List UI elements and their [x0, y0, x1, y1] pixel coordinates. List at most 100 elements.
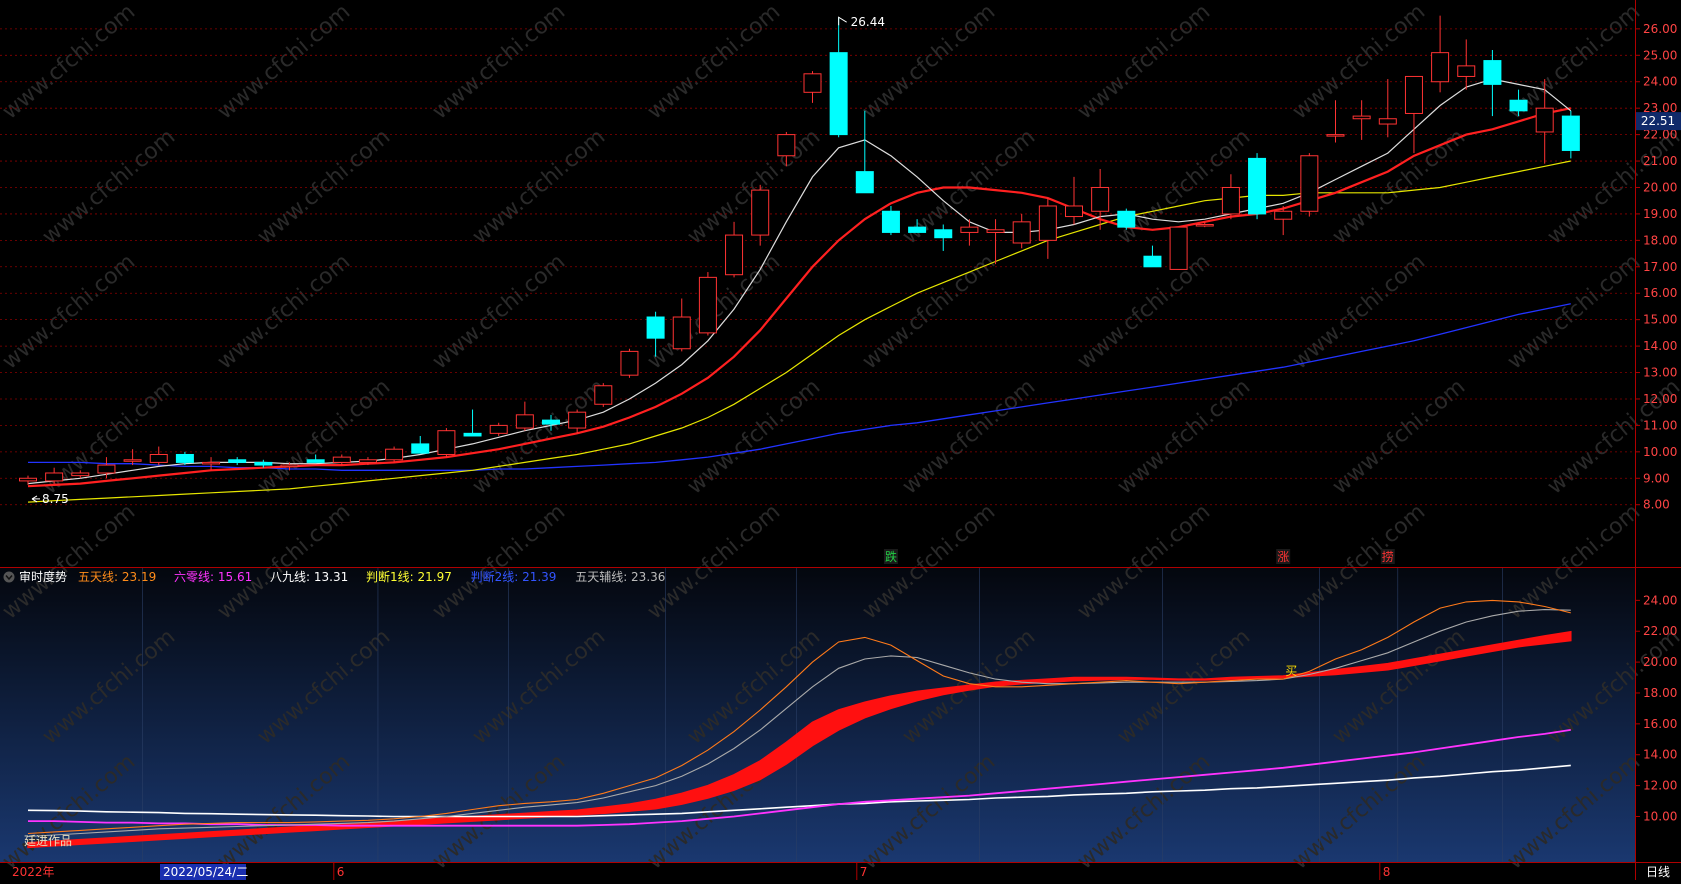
candle-body-up: [123, 459, 142, 462]
chart-canvas[interactable]: www.cfchi.com www.cfchi.com www.cfchi.com w…: [0, 0, 1681, 880]
price-tick-label: 20.00: [1643, 180, 1677, 194]
candle: [1248, 153, 1267, 220]
month-label: 7: [860, 865, 868, 879]
candle-body-up: [803, 73, 822, 93]
stock-chart-window: www.cfchi.com www.cfchi.com www.cfchi.com w…: [0, 0, 1681, 880]
candle-body-up: [202, 461, 221, 465]
legend-item: 判断1线: 21.97: [366, 569, 452, 584]
candle-body-up: [1091, 186, 1110, 212]
candle-body-up: [672, 316, 691, 350]
candle-body-up: [71, 472, 90, 477]
candle-body-down: [908, 226, 927, 233]
candle-body-down: [254, 461, 273, 466]
collapse-toggle[interactable]: [3, 571, 15, 583]
candle: [1169, 226, 1188, 270]
candle-body-up: [280, 464, 299, 468]
candle-body-up: [1274, 210, 1293, 220]
candle: [385, 446, 404, 463]
candle-body-down: [1248, 157, 1267, 215]
candle-body-up: [1535, 107, 1554, 133]
candle-body-down: [1143, 255, 1162, 268]
indicator-tick-label: 24.00: [1643, 593, 1677, 607]
period-label[interactable]: 日线: [1646, 865, 1670, 879]
indicator-tick-label: 10.00: [1643, 809, 1677, 823]
candle-body-up: [751, 189, 770, 236]
candle-body-down: [1509, 99, 1528, 112]
price-tick-label: 11.00: [1643, 418, 1677, 432]
candle-body-up: [1065, 205, 1083, 218]
price-tick-label: 9.00: [1643, 471, 1670, 485]
author-label: 廷进作品: [24, 834, 72, 848]
price-tick-label: 16.00: [1643, 286, 1677, 300]
candle: [437, 428, 456, 458]
candle-body-up: [1038, 205, 1057, 241]
price-tick-label: 24.00: [1643, 75, 1677, 89]
indicator-title[interactable]: 审时度势: [19, 569, 67, 584]
candle: [1300, 153, 1319, 217]
year-label: 2022年: [12, 865, 55, 879]
candle-body-down: [411, 443, 430, 454]
candle-body-up: [1012, 221, 1031, 244]
price-tick-label: 26.00: [1643, 22, 1677, 36]
candle-body-up: [1457, 65, 1476, 77]
buy-signal-label: 买: [1285, 664, 1297, 678]
candle-body-up: [1221, 186, 1240, 215]
candle: [698, 272, 717, 336]
candle: [594, 383, 613, 407]
candle-body-up: [45, 472, 64, 482]
indicator-tick-label: 12.00: [1643, 779, 1677, 793]
legend-item: 判断2线: 21.39: [471, 569, 557, 584]
candle-body-up: [1326, 134, 1345, 137]
indicator-tick-label: 16.00: [1643, 717, 1677, 731]
candle-body-up: [568, 411, 587, 429]
signal-label: 涨: [1277, 549, 1289, 564]
candle-body-down: [542, 419, 560, 425]
price-tick-label: 18.00: [1643, 233, 1677, 247]
candle-body-up: [358, 459, 377, 463]
candle-body-up: [1195, 223, 1214, 227]
candle-body-down: [829, 52, 848, 136]
candle-body-up: [1169, 226, 1188, 270]
legend-item: 五天辅线: 23.36: [575, 570, 665, 584]
current-price-tag: 22.51: [1636, 112, 1681, 131]
candle-body-down: [881, 210, 900, 233]
price-tick-label: 13.00: [1643, 366, 1677, 380]
legend-item: 五天线: 23.19: [78, 570, 156, 584]
price-high-label: 26.44: [851, 15, 885, 29]
candle-body-up: [149, 453, 168, 463]
month-marks: 6 7 8: [333, 863, 1391, 880]
candle-body-down: [1561, 115, 1580, 151]
candle-body-down: [228, 459, 247, 463]
candle-body-up: [385, 448, 404, 461]
candle-body-up: [1300, 155, 1319, 212]
candle-body-up: [1431, 52, 1450, 83]
candle-body-down: [855, 171, 874, 194]
price-tick-label: 25.00: [1643, 48, 1677, 62]
candle-body-up: [960, 226, 979, 233]
candle-body-up: [515, 414, 534, 429]
collapse-circle-icon: [3, 571, 15, 583]
candle-body-up: [986, 229, 1005, 233]
candle-body-down: [1117, 210, 1136, 228]
month-label: 8: [1383, 865, 1391, 879]
candle-body-up: [437, 430, 456, 455]
price-low-label: 8.75: [42, 492, 69, 506]
candle-body-up: [620, 350, 639, 376]
indicator-tick-label: 20.00: [1643, 655, 1677, 669]
candle-body-down: [306, 459, 325, 463]
candle-body-up: [1404, 75, 1423, 114]
candle-body-up: [777, 134, 796, 157]
time-axis: 2022年 2022/05/24/二 6 7 8 日线: [12, 863, 1670, 880]
price-tick-label: 21.00: [1643, 154, 1677, 168]
signal-label: 跌: [885, 549, 897, 564]
candle: [1117, 208, 1136, 230]
signal-label: 捞: [1382, 550, 1394, 564]
candle-body-up: [698, 276, 717, 334]
cursor-date-label: 2022/05/24/二: [163, 865, 248, 879]
candle-body-down: [934, 229, 953, 239]
legend-item: 八九线: 13.31: [270, 570, 348, 584]
month-label: 6: [337, 865, 345, 879]
candle-body-up: [725, 234, 744, 276]
indicator-tick-label: 22.00: [1643, 624, 1677, 638]
candle-body-up: [1378, 118, 1397, 125]
